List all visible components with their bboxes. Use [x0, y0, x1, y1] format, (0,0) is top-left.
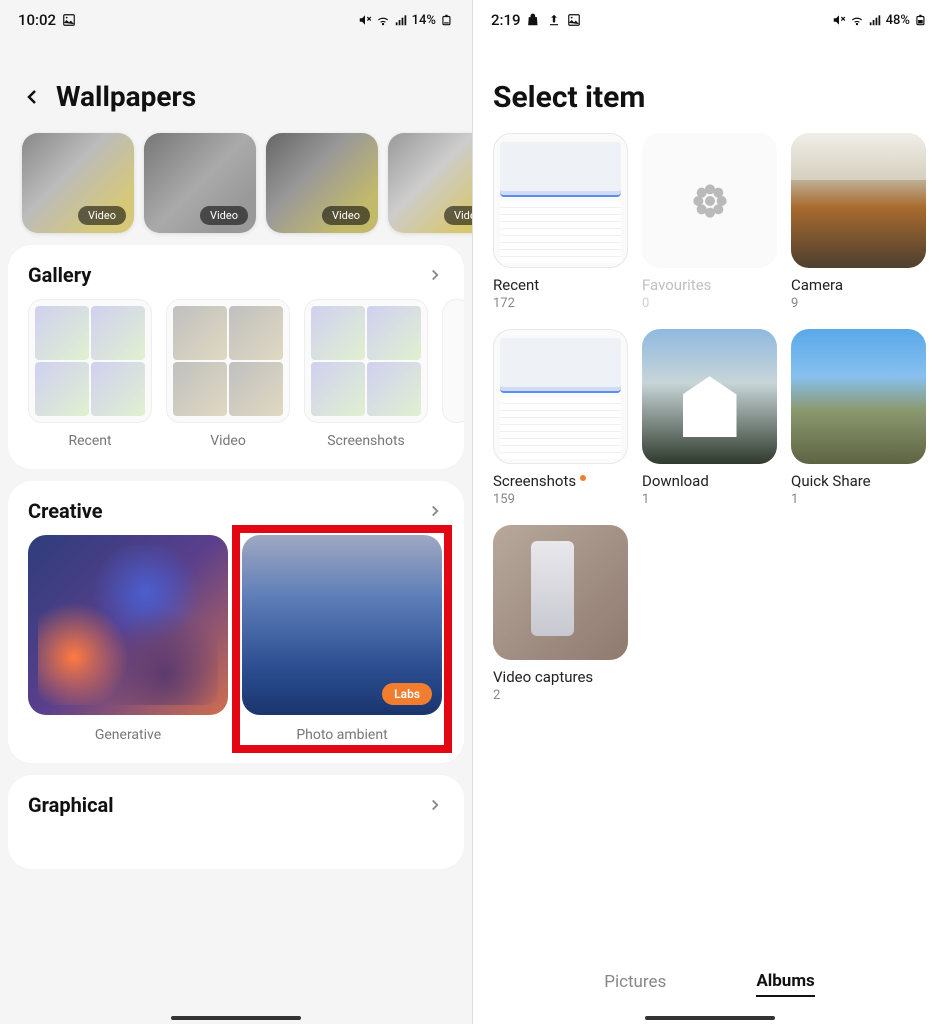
album-thumb [642, 329, 777, 464]
gallery-row: Recent Video Screenshots [8, 299, 464, 449]
upload-icon [547, 13, 561, 27]
album-name: Quick Share [791, 472, 926, 490]
gallery-label: Recent [28, 433, 152, 449]
album-name: Download [642, 472, 777, 490]
creative-item-generative[interactable]: Generative [28, 535, 228, 743]
gallery-label: Screenshots [304, 433, 428, 449]
album-camera[interactable]: Camera 9 [791, 133, 926, 311]
tab-albums[interactable]: Albums [756, 971, 814, 997]
video-badge: Video [200, 206, 248, 225]
album-count: 9 [791, 296, 926, 311]
video-badge: Video [444, 206, 473, 225]
back-icon[interactable] [20, 85, 44, 109]
video-badge: Video [322, 206, 370, 225]
creative-item-photo-ambient[interactable]: Labs Photo ambient [242, 535, 442, 743]
album-thumb [642, 133, 777, 268]
album-name: Recent [493, 276, 628, 294]
video-wallpaper-item[interactable]: Video [266, 133, 378, 233]
album-recent[interactable]: Recent 172 [493, 133, 628, 311]
status-time: 10:02 [18, 11, 56, 29]
video-wallpaper-item[interactable]: Video [388, 133, 473, 233]
gallery-item-screenshots[interactable]: Screenshots [304, 299, 428, 449]
image-icon [567, 13, 581, 27]
labs-badge: Labs [382, 683, 432, 705]
battery-icon [914, 13, 928, 27]
gallery-thumb [28, 299, 152, 423]
status-battery: 48% [886, 13, 910, 28]
album-count: 1 [642, 492, 777, 507]
signal-icon [868, 13, 882, 27]
album-name: Favourites [642, 276, 777, 294]
battery-icon [440, 13, 454, 27]
gallery-section: Gallery Recent Video Screenshots [8, 245, 464, 469]
gallery-label: Video [166, 433, 290, 449]
graphical-header[interactable]: Graphical [8, 793, 464, 829]
status-bar: 10:02 14% [0, 0, 472, 40]
album-count: 159 [493, 492, 628, 507]
album-thumb [493, 133, 628, 268]
album-name: Screenshots [493, 472, 628, 490]
album-count: 1 [791, 492, 926, 507]
mute-icon [358, 13, 372, 27]
header: Wallpapers [0, 40, 472, 133]
section-title: Graphical [28, 793, 114, 817]
flower-icon [690, 181, 730, 221]
album-favourites[interactable]: Favourites 0 [642, 133, 777, 311]
gallery-header[interactable]: Gallery [8, 263, 464, 299]
mute-icon [832, 13, 846, 27]
wallpapers-screen: 10:02 14% Wallpapers Video Video Video V… [0, 0, 473, 1024]
creative-thumb [28, 535, 228, 715]
creative-section: Creative Generative Labs Photo ambient [8, 481, 464, 763]
creative-row: Generative Labs Photo ambient [8, 535, 464, 743]
chevron-right-icon [426, 266, 444, 284]
album-name: Camera [791, 276, 926, 294]
tab-pictures[interactable]: Pictures [604, 972, 666, 996]
album-thumb [791, 329, 926, 464]
video-badge: Video [78, 206, 126, 225]
albums-grid: Recent 172 Favourites 0 Camera 9 Screens… [473, 133, 946, 703]
featured-video-row: Video Video Video Video [8, 133, 464, 233]
album-video-captures[interactable]: Video captures 2 [493, 525, 628, 703]
album-thumb [791, 133, 926, 268]
gallery-item-video[interactable]: Video [166, 299, 290, 449]
video-wallpaper-item[interactable]: Video [22, 133, 134, 233]
wifi-icon [376, 13, 390, 27]
video-wallpaper-item[interactable]: Video [144, 133, 256, 233]
wifi-icon [850, 13, 864, 27]
page-title: Wallpapers [56, 80, 196, 113]
album-download[interactable]: Download 1 [642, 329, 777, 507]
status-bar: 2:19 48% [473, 0, 946, 40]
creative-thumb: Labs [242, 535, 442, 715]
gallery-thumb [304, 299, 428, 423]
section-title: Creative [28, 499, 103, 523]
nav-indicator[interactable] [171, 1016, 301, 1020]
album-thumb [493, 329, 628, 464]
album-count: 2 [493, 688, 628, 703]
page-title: Select item [473, 40, 946, 133]
album-screenshots[interactable]: Screenshots 159 [493, 329, 628, 507]
album-name: Video captures [493, 668, 628, 686]
bag-icon [527, 13, 541, 27]
album-count: 0 [642, 296, 777, 311]
select-item-screen: 2:19 48% Select item Recent 172 Favourit… [473, 0, 946, 1024]
album-thumb [493, 525, 628, 660]
chevron-right-icon [426, 502, 444, 520]
chevron-right-icon [426, 796, 444, 814]
nav-indicator[interactable] [645, 1016, 775, 1020]
graphical-section: Graphical [8, 775, 464, 869]
album-quick-share[interactable]: Quick Share 1 [791, 329, 926, 507]
album-count: 172 [493, 296, 628, 311]
gallery-item-recent[interactable]: Recent [28, 299, 152, 449]
gallery-thumb [442, 299, 464, 423]
signal-icon [394, 13, 408, 27]
section-title: Gallery [28, 263, 91, 287]
new-dot-icon [580, 475, 586, 481]
image-icon [62, 13, 76, 27]
status-battery: 14% [412, 13, 436, 28]
bottom-tabs: Pictures Albums [473, 944, 946, 1024]
gallery-item-partial[interactable] [442, 299, 464, 449]
creative-label: Generative [28, 727, 228, 743]
status-time: 2:19 [491, 11, 521, 29]
gallery-thumb [166, 299, 290, 423]
